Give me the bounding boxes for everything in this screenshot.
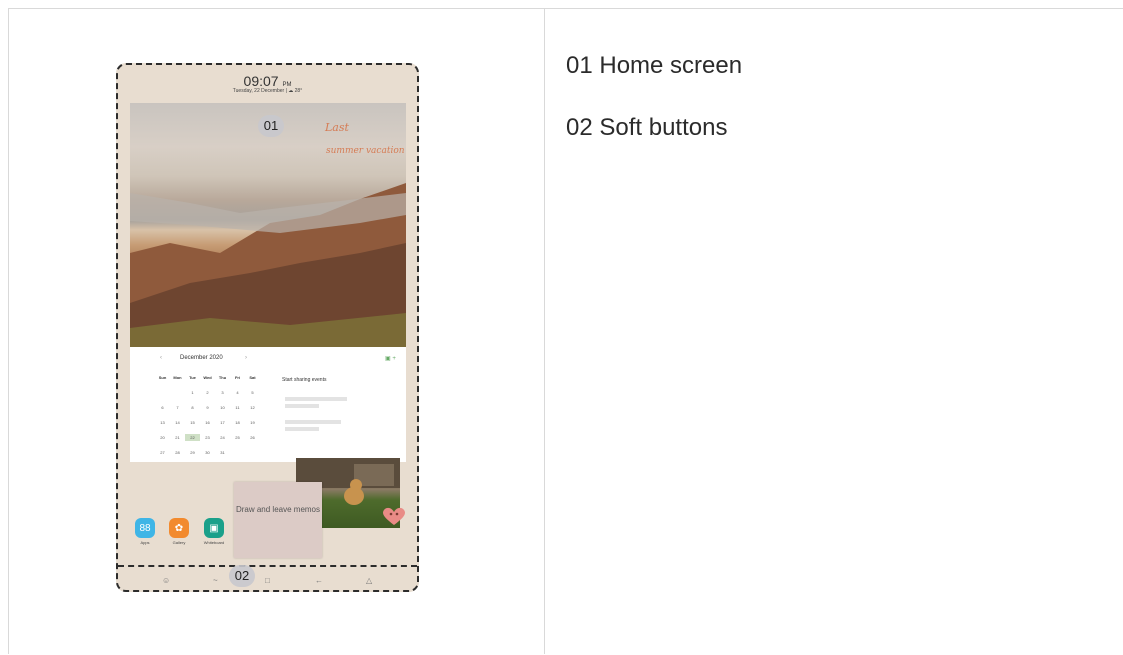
calendar-prev-icon[interactable]: ‹ xyxy=(160,355,162,361)
calendar-day[interactable]: 4 xyxy=(230,389,245,396)
calendar-month: December 2020 xyxy=(180,355,223,361)
calendar-next-icon[interactable]: › xyxy=(245,355,247,361)
app-apps[interactable]: 88 Apps xyxy=(132,518,158,545)
calendar-day[interactable]: 12 xyxy=(245,404,260,411)
calendar-day[interactable]: 7 xyxy=(170,404,185,411)
tablet-device: 09:07 PM Tuesday, 22 December | ☁ 28° La… xyxy=(116,63,419,592)
calendar-day[interactable]: 25 xyxy=(230,434,245,441)
calendar-day[interactable]: 24 xyxy=(215,434,230,441)
calendar-day[interactable]: 27 xyxy=(155,449,170,456)
legend-soft-buttons: 02 Soft buttons xyxy=(566,114,728,141)
memo-sticker[interactable]: Draw and leave memos xyxy=(234,482,322,558)
callout-badge-02: 02 xyxy=(229,565,255,587)
calendar-day[interactable]: 30 xyxy=(200,449,215,456)
calendar-day[interactable]: 22 xyxy=(185,434,200,441)
heart-sticker-icon xyxy=(383,507,405,525)
gallery-flower-icon: ✿ xyxy=(169,518,189,538)
calendar-day[interactable]: 15 xyxy=(185,419,200,426)
calendar-day[interactable]: 20 xyxy=(155,434,170,441)
calendar-day[interactable]: 13 xyxy=(155,419,170,426)
softkey-recent-icon[interactable]: ~ xyxy=(213,576,218,585)
weekday-header: Wed xyxy=(203,375,212,380)
calendar-day[interactable]: 17 xyxy=(215,419,230,426)
date-weather: Tuesday, 22 December | ☁ 28° xyxy=(232,88,303,94)
softkey-pen-icon[interactable]: △ xyxy=(366,576,372,585)
app-whiteboard[interactable]: ▣ Whiteboard xyxy=(201,518,227,545)
weekday-header: Sat xyxy=(249,375,256,380)
weekday-header: Thu xyxy=(218,375,227,380)
wallpaper-text-last: Last xyxy=(325,121,349,134)
callout-badge-01: 01 xyxy=(258,115,284,137)
wallpaper-text-vacation: summer vacation xyxy=(326,146,405,156)
calendar-day[interactable]: 28 xyxy=(170,449,185,456)
event-placeholder xyxy=(285,397,347,401)
event-placeholder xyxy=(285,404,319,408)
calendar-day[interactable]: 26 xyxy=(245,434,260,441)
calendar-day[interactable]: 1 xyxy=(185,389,200,396)
apps-grid-icon: 88 xyxy=(135,518,155,538)
calendar-day[interactable]: 19 xyxy=(245,419,260,426)
calendar-day[interactable]: 16 xyxy=(200,419,215,426)
table-left-border xyxy=(8,8,9,654)
calendar-day[interactable]: 9 xyxy=(200,404,215,411)
softkey-bixby-icon[interactable]: ☺ xyxy=(162,576,170,585)
calendar-day[interactable] xyxy=(155,389,170,396)
calendar-day[interactable] xyxy=(170,389,185,396)
event-placeholder xyxy=(285,420,341,424)
weekday-header: Mon xyxy=(173,375,182,380)
calendar-add-icon[interactable]: ▣ + xyxy=(385,355,396,362)
calendar-day[interactable]: 29 xyxy=(185,449,200,456)
app-gallery[interactable]: ✿ Gallery xyxy=(166,518,192,545)
calendar-day[interactable] xyxy=(230,449,245,456)
calendar-day[interactable]: 11 xyxy=(230,404,245,411)
calendar-widget[interactable]: ‹ December 2020 › ▣ + Sun Mon Tue Wed Thu Fri… xyxy=(130,347,406,462)
wallpaper-photo: Last summer vacation xyxy=(130,103,406,347)
calendar-day[interactable]: 18 xyxy=(230,419,245,426)
softkey-back-icon[interactable]: ← xyxy=(315,576,323,585)
calendar-day[interactable]: 10 xyxy=(215,404,230,411)
calendar-day[interactable]: 23 xyxy=(200,434,215,441)
softkey-home-icon[interactable]: □ xyxy=(265,576,270,585)
event-placeholder xyxy=(285,427,319,431)
lockscreen-clock: 09:07 PM xyxy=(243,73,292,89)
calendar-day[interactable]: 2 xyxy=(200,389,215,396)
calendar-day[interactable]: 14 xyxy=(170,419,185,426)
calendar-grid: Sun Mon Tue Wed Thu Fri Sat 1 2 3 4 5 6 7 8 9 10 11 12 13 14… xyxy=(155,374,260,456)
calendar-day[interactable]: 21 xyxy=(170,434,185,441)
calendar-day[interactable]: 6 xyxy=(155,404,170,411)
calendar-day[interactable] xyxy=(245,449,260,456)
calendar-day[interactable]: 31 xyxy=(215,449,230,456)
table-column-divider xyxy=(544,8,545,654)
weekday-header: Fri xyxy=(234,375,241,380)
calendar-day[interactable]: 8 xyxy=(185,404,200,411)
calendar-side-title: Start sharing events xyxy=(282,377,327,383)
whiteboard-icon: ▣ xyxy=(204,518,224,538)
calendar-day[interactable]: 5 xyxy=(245,389,260,396)
calendar-day[interactable]: 3 xyxy=(215,389,230,396)
soft-buttons-bar: ☺ ~ □ ← △ xyxy=(118,565,417,590)
weekday-header: Tue xyxy=(189,375,196,380)
legend-home-screen: 01 Home screen xyxy=(566,52,743,79)
weekday-header: Sun xyxy=(158,375,167,380)
